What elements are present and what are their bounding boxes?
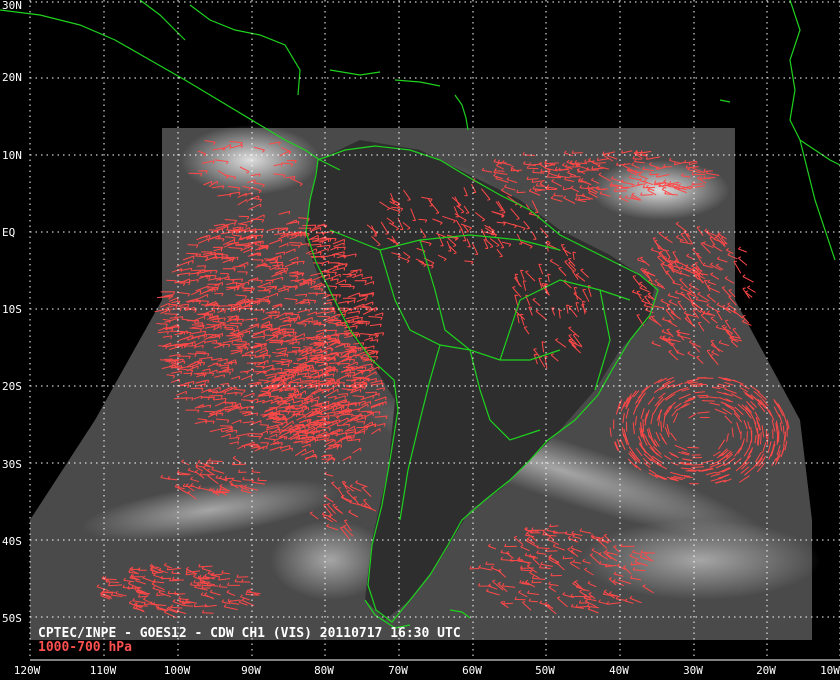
wind-vector (746, 431, 748, 443)
lon-label-70w: 70W (388, 664, 408, 677)
wind-vector (687, 446, 699, 449)
lon-label-50w: 50W (535, 664, 555, 677)
wind-vector (694, 463, 704, 466)
wind-vector (747, 285, 756, 293)
wind-vector (642, 418, 645, 432)
wind-vector (737, 256, 748, 266)
lat-label-10s: 10S (2, 303, 22, 316)
lat-label-eq: EQ (2, 226, 16, 239)
lat-label-20n: 20N (2, 71, 22, 84)
lat-label-20s: 20S (2, 380, 22, 393)
wind-vector (738, 246, 747, 253)
lon-label-100w: 100W (163, 664, 191, 677)
lon-label-40w: 40W (609, 664, 629, 677)
lat-label-40s: 40S (2, 535, 22, 548)
wind-vector (760, 432, 762, 445)
lat-label-50s: 50S (2, 612, 22, 625)
wind-vector (701, 400, 715, 402)
lat-label-10n: 10N (2, 149, 22, 162)
lat-label-30n: 30N (2, 0, 22, 12)
lon-label-110w: 110W (89, 664, 117, 677)
lon-label-20w: 20W (756, 664, 776, 677)
lon-label-120w: 120W (13, 664, 41, 677)
product-caption: CPTEC/INPE - GOES12 - CDW CH1 (VIS) 2011… (38, 627, 461, 655)
wind-vector (697, 394, 709, 397)
product-title: CPTEC/INPE - GOES12 - CDW CH1 (VIS) 2011… (38, 626, 461, 641)
wind-vector (685, 470, 697, 472)
lat-label-30s: 30S (2, 458, 22, 471)
satellite-wind-map (0, 0, 840, 661)
lon-label-30w: 30W (683, 664, 703, 677)
wind-vector (742, 274, 754, 283)
lon-label-90w: 90W (241, 664, 261, 677)
lon-label-60w: 60W (462, 664, 482, 677)
pressure-level-label: 1000-700 hPa (38, 640, 132, 655)
lon-label-10w: 10W (820, 664, 840, 677)
lon-label-80w: 80W (314, 664, 334, 677)
